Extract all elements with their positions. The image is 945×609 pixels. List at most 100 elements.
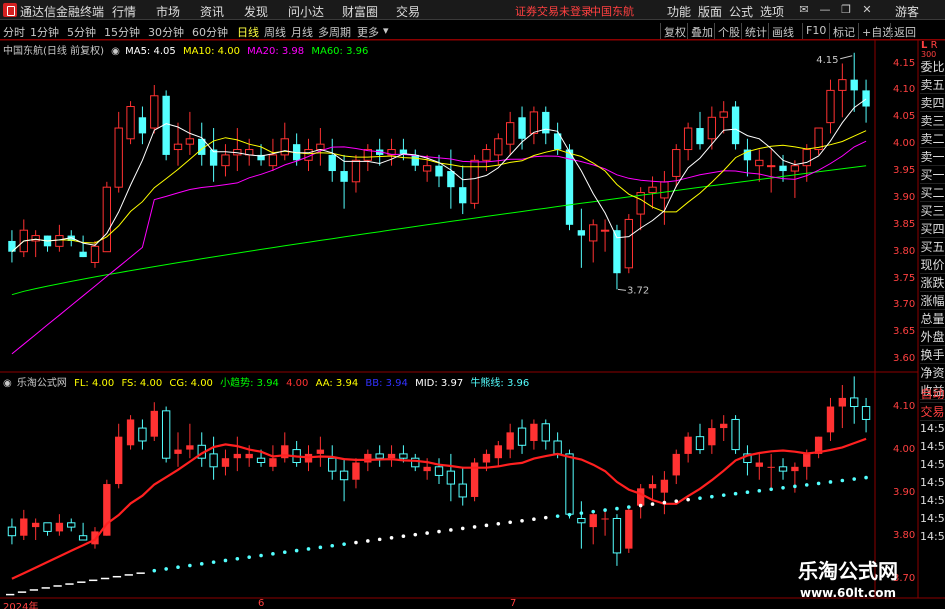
candle-body-up (589, 224, 598, 242)
sub-candle-up (31, 522, 40, 528)
candle-body-up (31, 235, 40, 242)
sub-candle-up (720, 423, 728, 429)
support-dot (781, 486, 785, 490)
candle-body-up (766, 165, 776, 168)
sidebar-item[interactable]: 买二 (920, 184, 945, 202)
sub-candle-up (494, 445, 502, 459)
price-chart[interactable]: 4.15 3.72 (0, 0, 945, 609)
candle-body-up (221, 154, 230, 167)
mid-value: MID: 3.97 (415, 378, 464, 389)
ma5-legend-icon[interactable]: ◉ (111, 46, 120, 57)
candle-body-up (150, 95, 159, 129)
sub-candle-up (482, 453, 491, 463)
sidebar-item[interactable]: 买三 (920, 202, 945, 220)
candle-body-up (648, 186, 657, 194)
aa-value: AA: 3.94 (315, 378, 359, 389)
support-dot (721, 493, 726, 497)
date-axis-year: 2024年 (3, 602, 39, 609)
candle-body-up (102, 186, 112, 253)
support-dot (698, 496, 702, 500)
sidebar-item[interactable]: 卖二 (920, 130, 945, 148)
price-axis-tick: 4.15 (893, 57, 916, 69)
sidebar-item[interactable]: 净资 (920, 364, 945, 382)
trade-time: 14:56 (920, 476, 945, 489)
support-dash (136, 572, 145, 574)
support-dot (413, 532, 418, 537)
sub-candle-up (316, 449, 325, 454)
ma10-line (11, 130, 867, 253)
support-dot (840, 478, 845, 483)
sidebar-item[interactable]: 卖四 (920, 94, 945, 112)
support-dot (199, 562, 204, 566)
sidebar-item[interactable]: 买五 (920, 238, 945, 256)
ma10-value: MA10: 4.00 (182, 46, 240, 57)
sub-candle-down (399, 453, 408, 459)
sidebar-lower-item[interactable]: 自动 (920, 385, 945, 403)
candle-body-up (624, 218, 633, 269)
support-dot (294, 548, 299, 553)
candle-body-up (316, 143, 325, 151)
sub-candle-down (434, 466, 444, 476)
support-dot (603, 508, 607, 512)
support-dot (389, 536, 394, 540)
support-dot (425, 531, 429, 535)
support-dash (17, 591, 27, 593)
sub-candle-up (755, 462, 763, 467)
sub-candle-down (695, 436, 705, 451)
sidebar-lower-item[interactable]: 交易 (920, 403, 945, 421)
sidebar-item[interactable]: 总量 (920, 310, 945, 328)
sidebar-item[interactable]: 卖三 (920, 112, 945, 130)
support-dot (804, 483, 809, 487)
support-dot (638, 503, 643, 508)
support-dot (627, 505, 631, 509)
sub-candle-up (387, 453, 396, 459)
support-dash (6, 593, 15, 596)
support-dash (53, 585, 62, 587)
support-dash (89, 579, 98, 582)
support-dot (484, 523, 489, 528)
support-dash (41, 587, 50, 589)
corner-badge: L R 300 (921, 41, 938, 60)
sidebar-item[interactable]: 外盘 (920, 328, 945, 346)
sidebar-item[interactable]: 卖五 (920, 76, 945, 94)
date-axis-july: 7 (510, 598, 517, 609)
sub-candle-down (612, 517, 622, 554)
candle-body-down (577, 230, 586, 236)
support-dot (532, 517, 536, 522)
trade-time: 14:56 (920, 530, 945, 543)
price-axis-tick: 3.90 (893, 191, 916, 203)
sidebar-item[interactable]: 现价 (920, 256, 945, 274)
sub-candle-down (375, 453, 384, 459)
sidebar-item[interactable]: 委比 (920, 58, 945, 76)
candle-body-up (790, 165, 800, 172)
candle-body-down (850, 79, 858, 91)
sidebar-item[interactable]: 涨跌 (920, 274, 945, 292)
trade-time: 14:56 (920, 458, 945, 471)
support-dot (745, 490, 750, 495)
fs-value: FS: 4.00 (121, 378, 163, 389)
support-dash (112, 575, 122, 578)
support-dot (449, 528, 453, 532)
sub-candle-up (826, 406, 835, 433)
sidebar-item[interactable]: 换手 (920, 346, 945, 364)
sub-candle-down (7, 526, 17, 537)
sub-candle-down (67, 522, 76, 528)
support-dash (65, 583, 74, 585)
sub-candle-up (601, 518, 609, 520)
sub-candle-up (648, 484, 657, 489)
sub-candle-up (126, 419, 135, 446)
sidebar-item[interactable]: 买一 (920, 166, 945, 184)
candle-body-down (340, 171, 348, 182)
sub-legend-icon[interactable]: ◉ (3, 378, 12, 389)
support-dot (615, 506, 619, 511)
sub-candle-up (767, 466, 775, 468)
sub-candle-down (138, 427, 147, 442)
sidebar-item[interactable]: 涨幅 (920, 292, 945, 310)
candle-body-up (506, 122, 515, 145)
support-dot (211, 560, 216, 564)
sidebar-item[interactable]: 卖一 (920, 148, 945, 166)
candle-body-up (719, 111, 728, 118)
price-axis-tick: 3.70 (893, 299, 916, 311)
sidebar-item[interactable]: 买四 (920, 220, 945, 238)
sub-candle-up (423, 466, 431, 472)
